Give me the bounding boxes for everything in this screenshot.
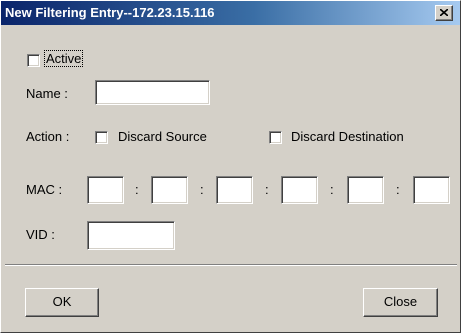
active-label: Active (44, 50, 84, 67)
window-title: New Filtering Entry--172.23.15.116 (5, 5, 215, 20)
mac-separator: : (135, 182, 139, 197)
name-label: Name : (26, 86, 68, 101)
mac-octet-4-input[interactable] (281, 176, 318, 204)
close-button[interactable]: Close (363, 288, 438, 317)
discard-source-checkbox[interactable] (95, 131, 108, 144)
mac-octet-5-input[interactable] (347, 176, 384, 204)
mac-octet-1-input[interactable] (87, 176, 124, 204)
mac-separator: : (330, 182, 334, 197)
active-checkbox[interactable] (27, 54, 40, 67)
mac-separator: : (200, 182, 204, 197)
mac-separator: : (396, 182, 400, 197)
vid-label: VID : (26, 227, 55, 242)
divider (5, 264, 457, 266)
window-close-button[interactable] (435, 5, 453, 21)
vid-input[interactable] (87, 221, 175, 250)
discard-source-label: Discard Source (118, 129, 207, 144)
ok-button[interactable]: OK (25, 288, 99, 317)
mac-label: MAC : (26, 182, 63, 197)
close-icon (440, 9, 448, 16)
mac-separator: : (265, 182, 269, 197)
action-label: Action : (26, 129, 70, 144)
mac-octet-6-input[interactable] (413, 176, 450, 204)
mac-octet-3-input[interactable] (216, 176, 253, 204)
mac-octet-2-input[interactable] (151, 176, 188, 204)
discard-destination-label: Discard Destination (291, 129, 404, 144)
filtering-entry-dialog: New Filtering Entry--172.23.15.116 Activ… (0, 0, 461, 333)
name-input[interactable] (95, 80, 210, 105)
title-bar[interactable]: New Filtering Entry--172.23.15.116 (1, 1, 460, 25)
discard-destination-checkbox[interactable] (269, 131, 282, 144)
